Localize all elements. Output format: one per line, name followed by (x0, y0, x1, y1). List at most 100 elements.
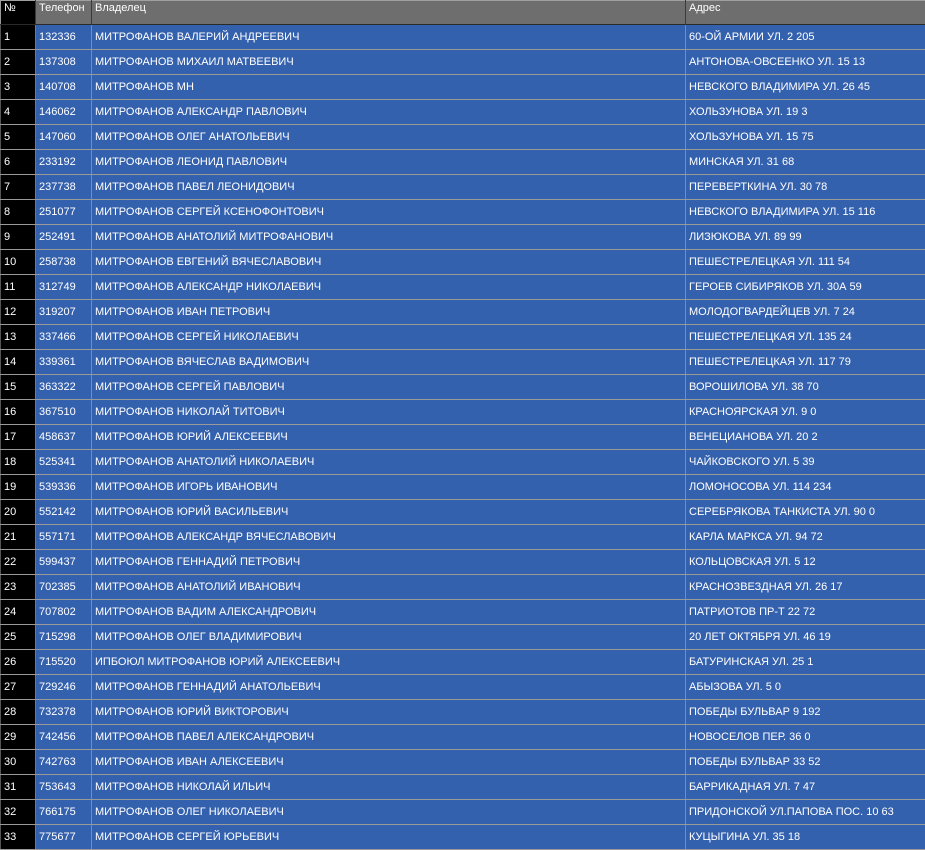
phone-cell[interactable]: 339361 (35, 349, 92, 375)
owner-cell[interactable]: МИТРОФАНОВ СЕРГЕЙ КСЕНОФОНТОВИЧ (91, 199, 686, 225)
phone-cell[interactable]: 742456 (35, 724, 92, 750)
table-row[interactable]: 15 363322 МИТРОФАНОВ СЕРГЕЙ ПАВЛОВИЧ ВОРОШИ… (0, 374, 925, 400)
address-cell[interactable]: АНТОНОВА-ОВСЕЕНКО УЛ. 15 13 (685, 49, 925, 75)
owner-cell[interactable]: МИТРОФАНОВ ПАВЕЛ ЛЕОНИДОВИЧ (91, 174, 686, 200)
table-row[interactable]: 10 258738 МИТРОФАНОВ ЕВГЕНИЙ ВЯЧЕСЛАВОВИЧ П… (0, 249, 925, 275)
row-number[interactable]: 27 (0, 674, 36, 700)
phone-cell[interactable]: 237738 (35, 174, 92, 200)
owner-cell[interactable]: МИТРОФАНОВ ОЛЕГ НИКОЛАЕВИЧ (91, 799, 686, 825)
phone-cell[interactable]: 552142 (35, 499, 92, 525)
address-cell[interactable]: КРАСНОЗВЕЗДНАЯ УЛ. 26 17 (685, 574, 925, 600)
owner-cell[interactable]: МИТРОФАНОВ ИВАН ПЕТРОВИЧ (91, 299, 686, 325)
owner-cell[interactable]: МИТРОФАНОВ ЮРИЙ ВАСИЛЬЕВИЧ (91, 499, 686, 525)
phone-cell[interactable]: 312749 (35, 274, 92, 300)
owner-cell[interactable]: МИТРОФАНОВ ОЛЕГ ВЛАДИМИРОВИЧ (91, 624, 686, 650)
row-number[interactable]: 17 (0, 424, 36, 450)
phone-cell[interactable]: 557171 (35, 524, 92, 550)
table-row[interactable]: 4 146062 МИТРОФАНОВ АЛЕКСАНДР ПАВЛОВИЧ ХОЛЬ… (0, 99, 925, 125)
address-cell[interactable]: НЕВСКОГО ВЛАДИМИРА УЛ. 15 116 (685, 199, 925, 225)
column-header-owner[interactable]: Владелец (91, 0, 686, 25)
phone-cell[interactable]: 252491 (35, 224, 92, 250)
owner-cell[interactable]: МИТРОФАНОВ ЛЕОНИД ПАВЛОВИЧ (91, 149, 686, 175)
address-cell[interactable]: ПЕШЕСТРЕЛЕЦКАЯ УЛ. 135 24 (685, 324, 925, 350)
table-row[interactable]: 11 312749 МИТРОФАНОВ АЛЕКСАНДР НИКОЛАЕВИЧ Г… (0, 274, 925, 300)
address-cell[interactable]: ПЕШЕСТРЕЛЕЦКАЯ УЛ. 111 54 (685, 249, 925, 275)
address-cell[interactable]: АБЫЗОВА УЛ. 5 0 (685, 674, 925, 700)
phone-cell[interactable]: 539336 (35, 474, 92, 500)
row-number[interactable]: 3 (0, 74, 36, 100)
owner-cell[interactable]: МИТРОФАНОВ ЕВГЕНИЙ ВЯЧЕСЛАВОВИЧ (91, 249, 686, 275)
address-cell[interactable]: ПОБЕДЫ БУЛЬВАР 33 52 (685, 749, 925, 775)
owner-cell[interactable]: МИТРОФАНОВ АНАТОЛИЙ ИВАНОВИЧ (91, 574, 686, 600)
table-row[interactable]: 9 252491 МИТРОФАНОВ АНАТОЛИЙ МИТРОФАНОВИЧ Л… (0, 224, 925, 250)
owner-cell[interactable]: МИТРОФАНОВ ИГОРЬ ИВАНОВИЧ (91, 474, 686, 500)
address-cell[interactable]: ГЕРОЕВ СИБИРЯКОВ УЛ. 30А 59 (685, 274, 925, 300)
table-row[interactable]: 2 137308 МИТРОФАНОВ МИХАИЛ МАТВЕЕВИЧ АНТОНО… (0, 49, 925, 75)
table-row[interactable]: 21 557171 МИТРОФАНОВ АЛЕКСАНДР ВЯЧЕСЛАВОВИ… (0, 524, 925, 550)
row-number[interactable]: 31 (0, 774, 36, 800)
owner-cell[interactable]: МИТРОФАНОВ АНАТОЛИЙ МИТРОФАНОВИЧ (91, 224, 686, 250)
phone-cell[interactable]: 715520 (35, 649, 92, 675)
table-row[interactable]: 23 702385 МИТРОФАНОВ АНАТОЛИЙ ИВАНОВИЧ КРАС… (0, 574, 925, 600)
table-row[interactable]: 30 742763 МИТРОФАНОВ ИВАН АЛЕКСЕЕВИЧ ПОБЕДЫ… (0, 749, 925, 775)
table-row[interactable]: 22 599437 МИТРОФАНОВ ГЕННАДИЙ ПЕТРОВИЧ КОЛЬ… (0, 549, 925, 575)
address-cell[interactable]: ВОРОШИЛОВА УЛ. 38 70 (685, 374, 925, 400)
address-cell[interactable]: ЛИЗЮКОВА УЛ. 89 99 (685, 224, 925, 250)
table-row[interactable]: 17 458637 МИТРОФАНОВ ЮРИЙ АЛЕКСЕЕВИЧ ВЕНЕЦИ… (0, 424, 925, 450)
table-row[interactable]: 27 729246 МИТРОФАНОВ ГЕННАДИЙ АНАТОЛЬЕВИЧ А… (0, 674, 925, 700)
row-number[interactable]: 7 (0, 174, 36, 200)
address-cell[interactable]: ПОБЕДЫ БУЛЬВАР 9 192 (685, 699, 925, 725)
row-number[interactable]: 12 (0, 299, 36, 325)
phone-cell[interactable]: 775677 (35, 824, 92, 850)
row-number[interactable]: 16 (0, 399, 36, 425)
table-row[interactable]: 26 715520 ИПБОЮЛ МИТРОФАНОВ ЮРИЙ АЛЕКСЕЕВИ… (0, 649, 925, 675)
address-cell[interactable]: НЕВСКОГО ВЛАДИМИРА УЛ. 26 45 (685, 74, 925, 100)
phone-cell[interactable]: 458637 (35, 424, 92, 450)
row-number[interactable]: 9 (0, 224, 36, 250)
phone-cell[interactable]: 137308 (35, 49, 92, 75)
address-cell[interactable]: ХОЛЬЗУНОВА УЛ. 19 3 (685, 99, 925, 125)
phone-cell[interactable]: 599437 (35, 549, 92, 575)
row-number[interactable]: 26 (0, 649, 36, 675)
owner-cell[interactable]: МИТРОФАНОВ ВЯЧЕСЛАВ ВАДИМОВИЧ (91, 349, 686, 375)
row-number[interactable]: 25 (0, 624, 36, 650)
owner-cell[interactable]: МИТРОФАНОВ АЛЕКСАНДР ПАВЛОВИЧ (91, 99, 686, 125)
address-cell[interactable]: ЧАЙКОВСКОГО УЛ. 5 39 (685, 449, 925, 475)
address-cell[interactable]: ПРИДОНСКОЙ УЛ.ПАПОВА ПОС. 10 63 (685, 799, 925, 825)
phone-cell[interactable]: 258738 (35, 249, 92, 275)
phone-cell[interactable]: 525341 (35, 449, 92, 475)
owner-cell[interactable]: МИТРОФАНОВ ЮРИЙ ВИКТОРОВИЧ (91, 699, 686, 725)
phone-cell[interactable]: 766175 (35, 799, 92, 825)
address-cell[interactable]: 60-ОЙ АРМИИ УЛ. 2 205 (685, 24, 925, 50)
owner-cell[interactable]: МИТРОФАНОВ ИВАН АЛЕКСЕЕВИЧ (91, 749, 686, 775)
address-cell[interactable]: МИНСКАЯ УЛ. 31 68 (685, 149, 925, 175)
address-cell[interactable]: КРАСНОЯРСКАЯ УЛ. 9 0 (685, 399, 925, 425)
row-number[interactable]: 18 (0, 449, 36, 475)
phone-cell[interactable]: 337466 (35, 324, 92, 350)
row-number[interactable]: 5 (0, 124, 36, 150)
table-row[interactable]: 1 132336 МИТРОФАНОВ ВАЛЕРИЙ АНДРЕЕВИЧ 60-ОЙ… (0, 24, 925, 50)
phone-cell[interactable]: 715298 (35, 624, 92, 650)
owner-cell[interactable]: МИТРОФАНОВ МН (91, 74, 686, 100)
owner-cell[interactable]: МИТРОФАНОВ СЕРГЕЙ ЮРЬЕВИЧ (91, 824, 686, 850)
address-cell[interactable]: МОЛОДОГВАРДЕЙЦЕВ УЛ. 7 24 (685, 299, 925, 325)
row-number[interactable]: 28 (0, 699, 36, 725)
table-row[interactable]: 18 525341 МИТРОФАНОВ АНАТОЛИЙ НИКОЛАЕВИЧ ЧА… (0, 449, 925, 475)
address-cell[interactable]: КОЛЬЦОВСКАЯ УЛ. 5 12 (685, 549, 925, 575)
owner-cell[interactable]: МИТРОФАНОВ МИХАИЛ МАТВЕЕВИЧ (91, 49, 686, 75)
row-number[interactable]: 8 (0, 199, 36, 225)
phone-cell[interactable]: 732378 (35, 699, 92, 725)
phone-cell[interactable]: 146062 (35, 99, 92, 125)
phone-cell[interactable]: 702385 (35, 574, 92, 600)
owner-cell[interactable]: МИТРОФАНОВ ВАДИМ АЛЕКСАНДРОВИЧ (91, 599, 686, 625)
table-row[interactable]: 28 732378 МИТРОФАНОВ ЮРИЙ ВИКТОРОВИЧ ПОБЕДЫ… (0, 699, 925, 725)
row-number[interactable]: 24 (0, 599, 36, 625)
owner-cell[interactable]: МИТРОФАНОВ АНАТОЛИЙ НИКОЛАЕВИЧ (91, 449, 686, 475)
row-number[interactable]: 15 (0, 374, 36, 400)
column-header-number[interactable]: № (0, 0, 36, 25)
owner-cell[interactable]: МИТРОФАНОВ ГЕННАДИЙ АНАТОЛЬЕВИЧ (91, 674, 686, 700)
table-row[interactable]: 24 707802 МИТРОФАНОВ ВАДИМ АЛЕКСАНДРОВИЧ ПА… (0, 599, 925, 625)
phone-cell[interactable]: 140708 (35, 74, 92, 100)
owner-cell[interactable]: МИТРОФАНОВ ЮРИЙ АЛЕКСЕЕВИЧ (91, 424, 686, 450)
row-number[interactable]: 20 (0, 499, 36, 525)
